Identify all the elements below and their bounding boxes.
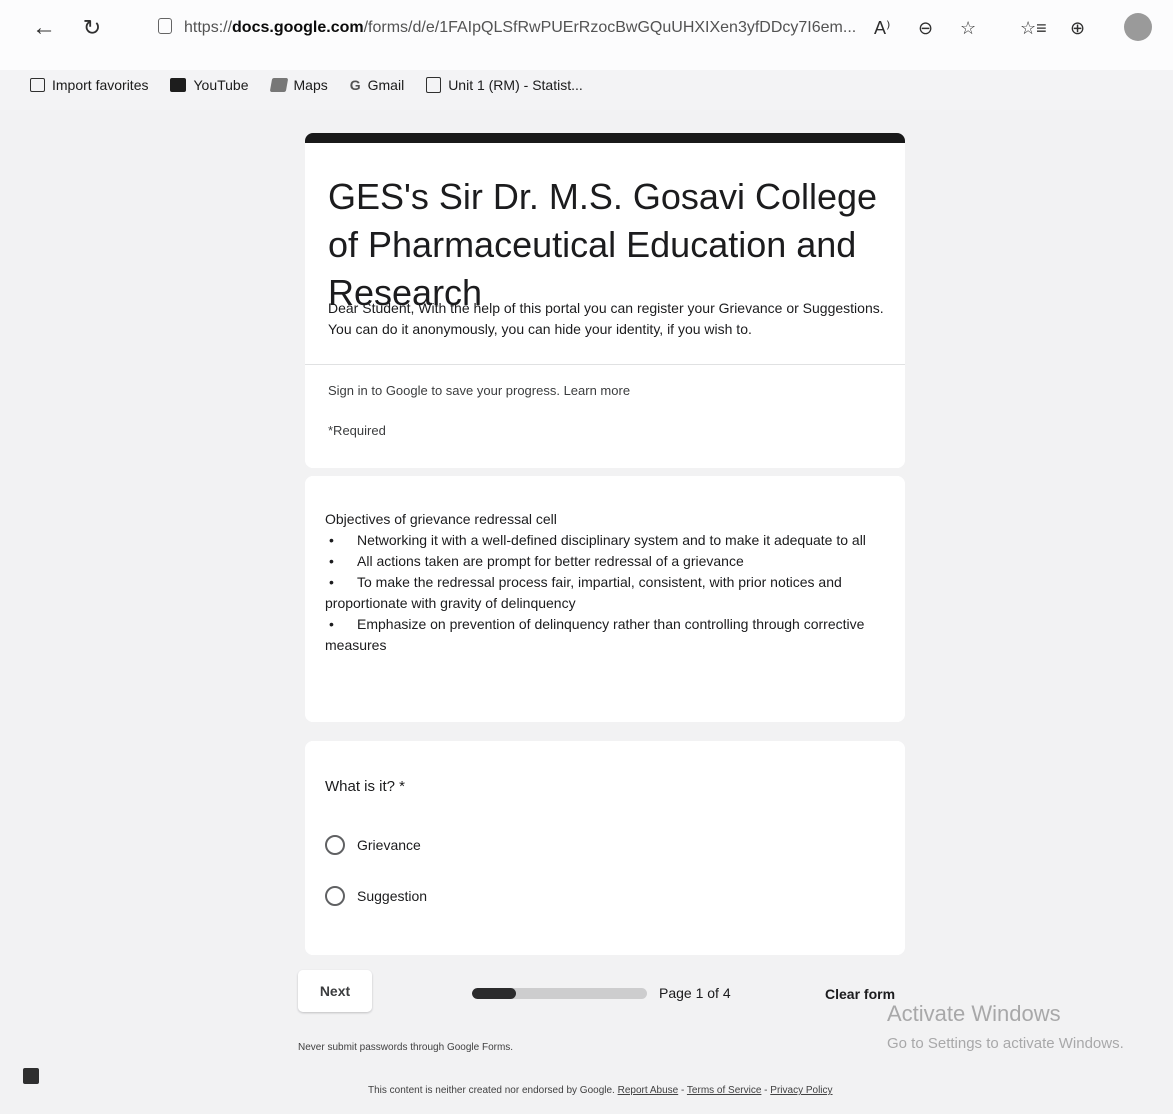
option-label: Grievance	[357, 837, 421, 853]
required-note: *Required	[328, 423, 386, 438]
option-suggestion[interactable]: Suggestion	[325, 886, 427, 906]
browser-toolbar: ← ↻ https://docs.google.com/forms/d/e/1F…	[0, 0, 1173, 93]
form-header-card: GES's Sir Dr. M.S. Gosavi College of Pha…	[305, 133, 905, 468]
address-bar[interactable]: https://docs.google.com/forms/d/e/1FAIpQ…	[158, 12, 898, 44]
bookmark-maps[interactable]: Maps	[269, 77, 328, 93]
question-card: What is it? * Grievance Suggestion	[305, 741, 905, 955]
page-info-icon[interactable]	[158, 18, 172, 34]
youtube-icon	[170, 78, 187, 92]
url-prefix: https://	[184, 19, 233, 36]
document-icon	[426, 77, 442, 93]
url-domain: docs.google.com	[232, 19, 364, 36]
objectives-card: Objectives of grievance redressal cell •…	[305, 476, 905, 722]
password-warning: Never submit passwords through Google Fo…	[298, 1042, 514, 1053]
divider	[305, 364, 905, 365]
objectives-text: Objectives of grievance redressal cell •…	[325, 509, 885, 656]
favorites-icon[interactable]: ☆≡	[1020, 18, 1047, 38]
objective-item: • All actions taken are prompt for better…	[329, 553, 744, 569]
zoom-icon[interactable]: ⊖	[918, 18, 933, 38]
read-aloud-icon[interactable]: A⁾	[874, 18, 890, 38]
bookmark-gmail[interactable]: G Gmail	[350, 77, 404, 93]
bookmark-unit1[interactable]: Unit 1 (RM) - Statist...	[426, 77, 583, 93]
signin-prompt[interactable]: Sign in to Google to save your progress.…	[328, 383, 630, 398]
objective-item: • To make the redressal process fair, imp…	[325, 574, 842, 611]
objectives-heading: Objectives of grievance redressal cell	[325, 511, 557, 527]
import-icon	[30, 78, 45, 92]
privacy-link[interactable]: Privacy Policy	[770, 1085, 832, 1096]
refresh-icon[interactable]: ↻	[78, 14, 106, 42]
option-label: Suggestion	[357, 888, 428, 904]
windows-activation-watermark: Activate Windows Go to Settings to activ…	[887, 1001, 1124, 1052]
footer: This content is neither created nor endo…	[368, 1085, 833, 1096]
maps-icon	[269, 78, 288, 92]
radio-button[interactable]	[325, 835, 345, 855]
progress-bar	[472, 988, 647, 999]
objective-item: • Emphasize on prevention of delinquency …	[325, 616, 865, 653]
radio-button[interactable]	[325, 886, 345, 906]
feedback-icon[interactable]	[23, 1068, 39, 1084]
collections-icon[interactable]: ⊕	[1070, 18, 1085, 38]
next-button[interactable]: Next	[298, 970, 372, 1012]
profile-avatar[interactable]	[1124, 13, 1152, 41]
progress-fill	[472, 988, 516, 999]
bookmark-import-favorites[interactable]: Import favorites	[30, 77, 148, 93]
page-indicator: Page 1 of 4	[659, 985, 731, 1001]
bookmark-youtube[interactable]: YouTube	[170, 77, 249, 93]
objective-item: • Networking it with a well-defined disci…	[329, 532, 866, 548]
terms-link[interactable]: Terms of Service	[687, 1085, 761, 1096]
url-path: /forms/d/e/1FAIpQLSfRwPUErRzocBwGQuUHXIX…	[363, 19, 857, 36]
clear-form-button[interactable]: Clear form	[825, 986, 895, 1002]
form-title: GES's Sir Dr. M.S. Gosavi College of Pha…	[328, 176, 878, 313]
option-grievance[interactable]: Grievance	[325, 835, 421, 855]
add-favorite-icon[interactable]: ☆	[960, 18, 976, 38]
bookmarks-bar: Import favorites YouTube Maps G Gmail Uni…	[30, 74, 583, 96]
gmail-icon: G	[349, 77, 361, 93]
report-abuse-link[interactable]: Report Abuse	[618, 1085, 679, 1096]
form-description: Dear Student, With the help of this port…	[328, 300, 884, 337]
question-title: What is it? *	[325, 778, 406, 795]
back-icon[interactable]: ←	[30, 14, 58, 42]
